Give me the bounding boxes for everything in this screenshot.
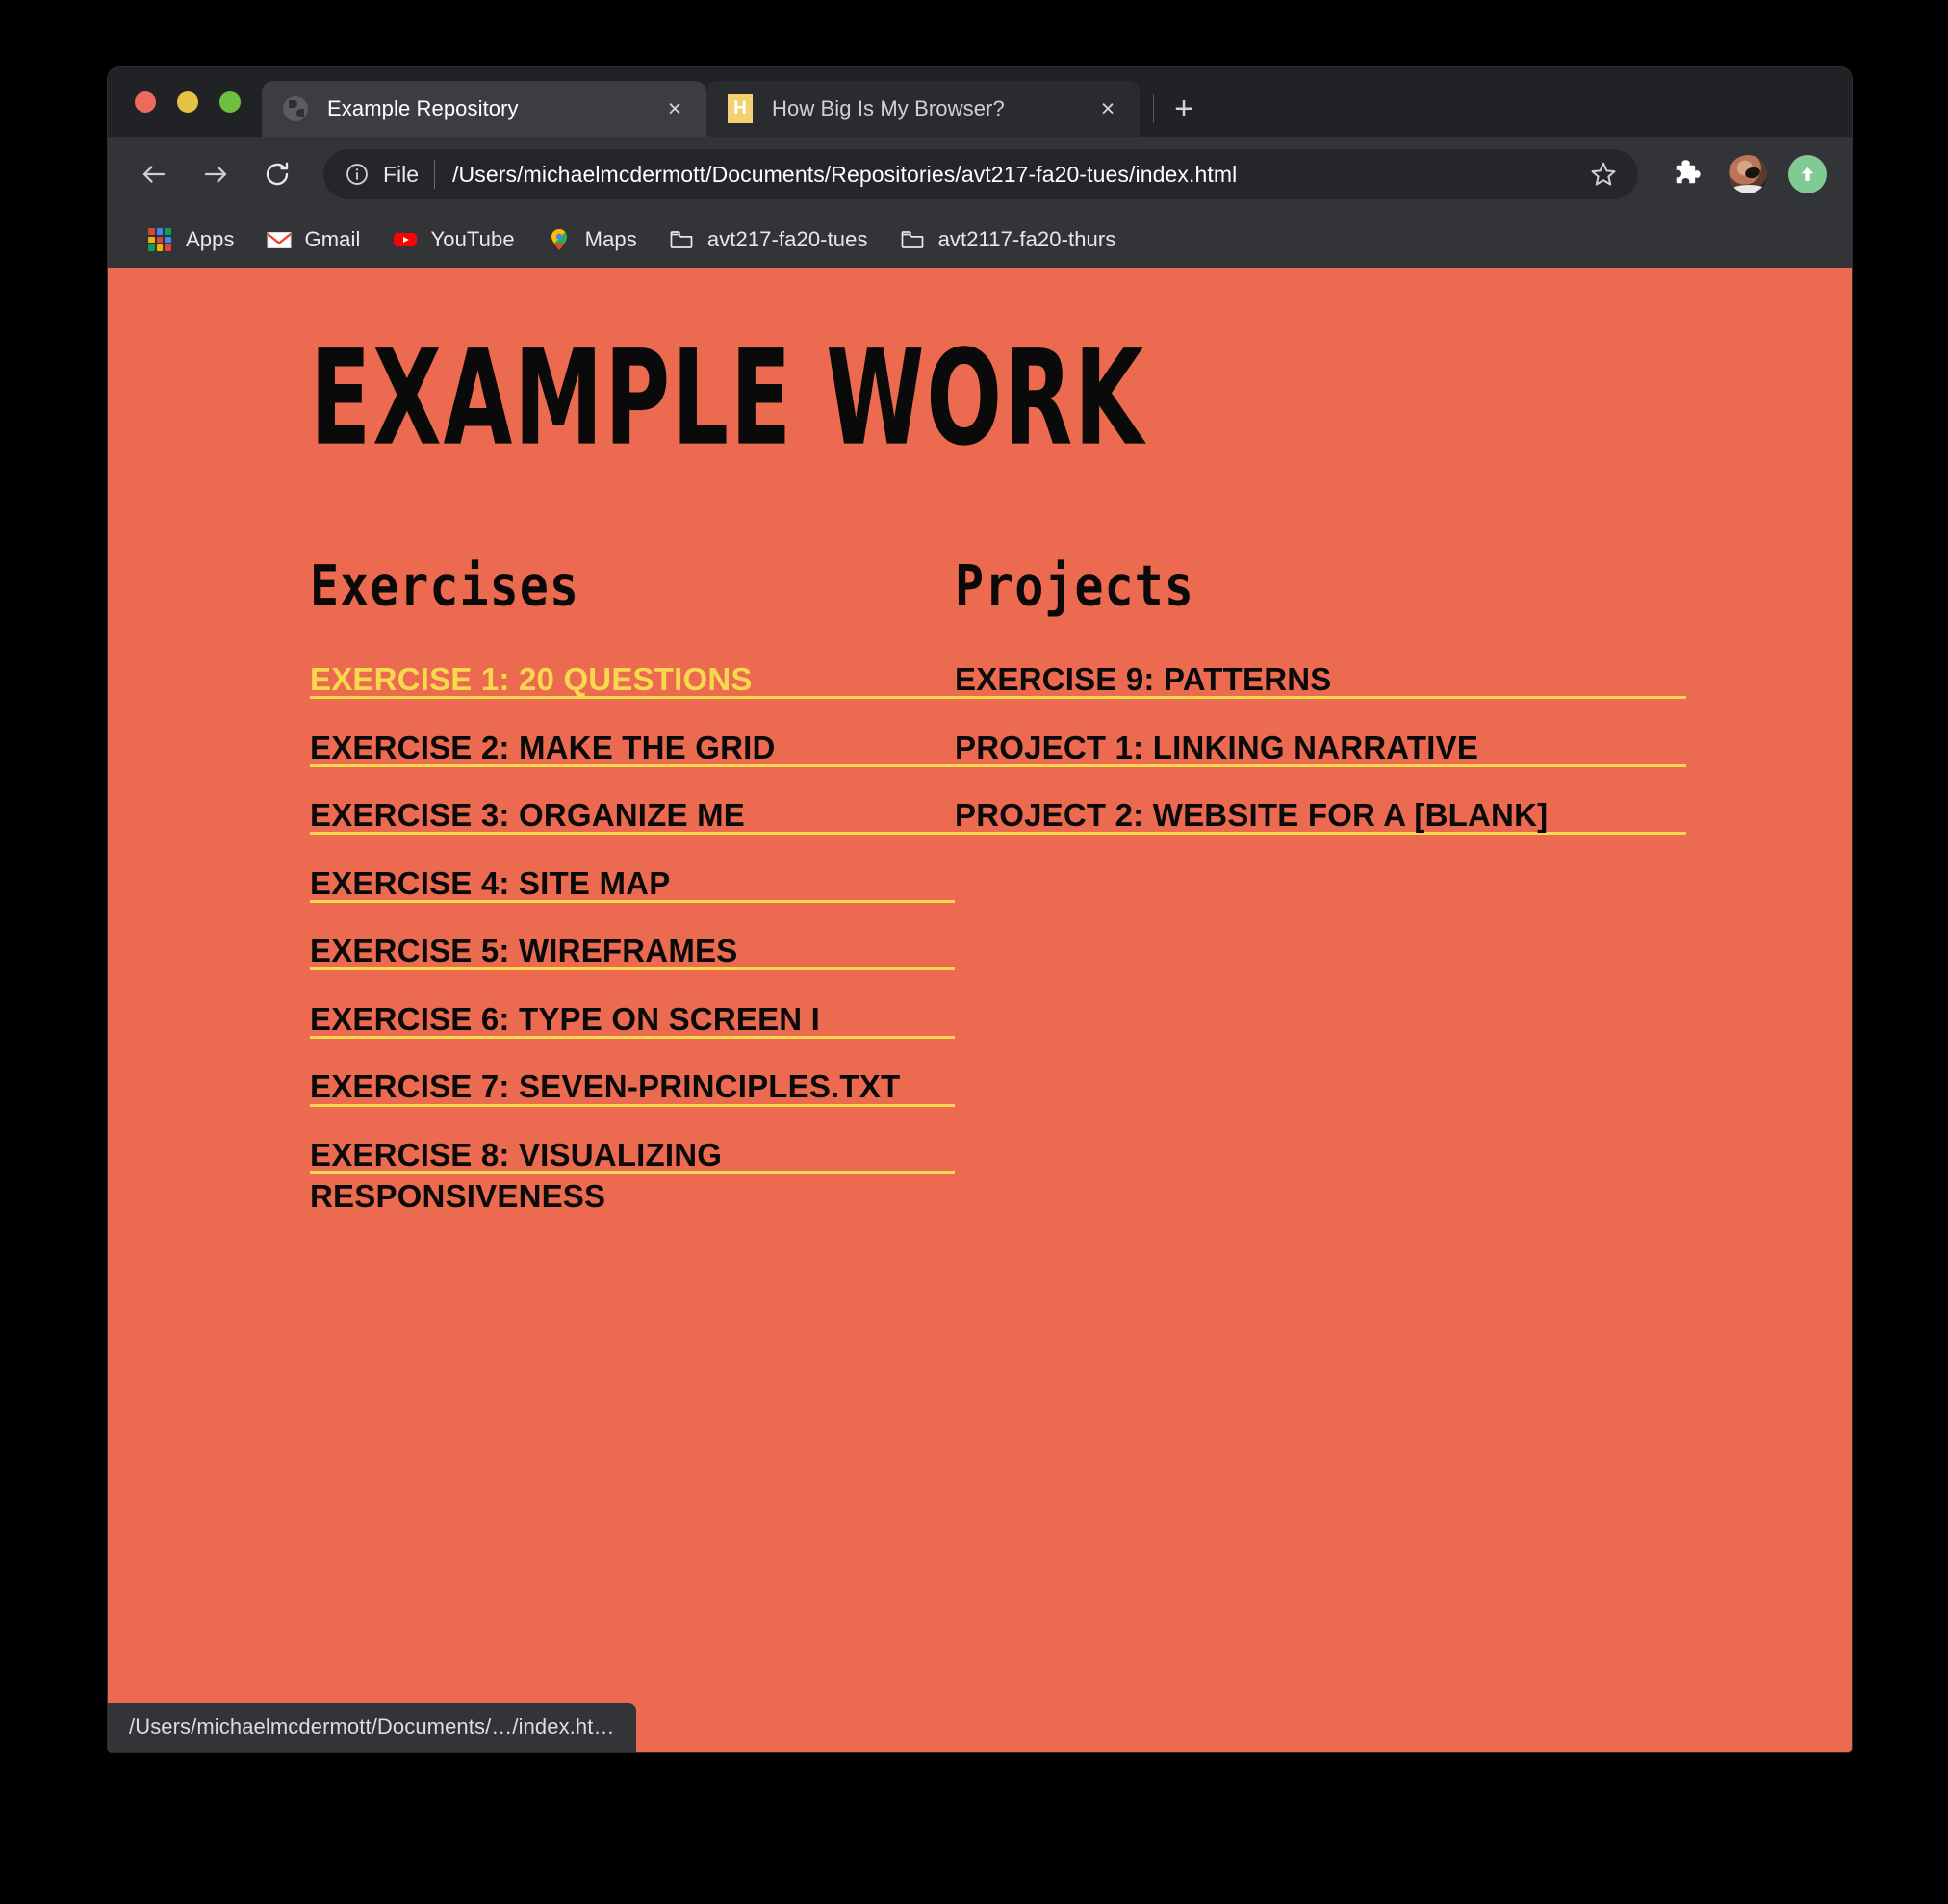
close-window-button[interactable] <box>135 91 156 113</box>
update-arrow-icon[interactable] <box>1784 151 1831 197</box>
bookmark-youtube[interactable]: YouTube <box>376 219 530 261</box>
link-exercise-2[interactable]: EXERCISE 2: MAKE THE GRID <box>310 726 955 769</box>
page-viewport: EXAMPLE WORK Exercises EXERCISE 1: 20 QU… <box>108 268 1852 1752</box>
folder-icon <box>899 226 926 253</box>
maps-pin-icon <box>546 226 573 253</box>
window-traffic-lights <box>125 67 262 137</box>
folder-icon <box>668 226 695 253</box>
link-project-2[interactable]: PROJECT 2: WEBSITE FOR A [BLANK] <box>955 794 1686 836</box>
column-projects: Projects EXERCISE 9: PATTERNS PROJECT 1:… <box>955 558 1686 1244</box>
page-title: EXAMPLE WORK <box>310 322 1145 476</box>
status-bar: /Users/michaelmcdermott/Documents/…/inde… <box>108 1703 636 1752</box>
url-scheme-label: File <box>383 161 420 187</box>
link-exercise-4[interactable]: EXERCISE 4: SITE MAP <box>310 862 955 905</box>
reload-icon[interactable] <box>252 149 302 199</box>
link-project-1[interactable]: PROJECT 1: LINKING NARRATIVE <box>955 726 1686 769</box>
link-exercise-9[interactable]: EXERCISE 9: PATTERNS <box>955 658 1686 701</box>
bookmark-label: avt217-fa20-tues <box>706 227 868 251</box>
youtube-icon <box>392 226 419 253</box>
bookmark-label: Gmail <box>304 227 361 251</box>
close-tab-button[interactable]: × <box>658 92 691 125</box>
star-icon[interactable] <box>1586 157 1621 192</box>
letter-h-icon: H <box>728 94 753 123</box>
bookmark-label: YouTube <box>430 227 515 251</box>
bookmark-apps[interactable]: Apps <box>131 219 250 261</box>
bookmark-label: Apps <box>186 227 235 251</box>
close-tab-button[interactable]: × <box>1091 92 1124 125</box>
forward-arrow-icon[interactable] <box>191 149 241 199</box>
new-tab-button[interactable]: + <box>1158 83 1210 135</box>
bookmark-avt2117-fa20-thurs[interactable]: avt2117-fa20-thurs <box>884 219 1132 261</box>
link-exercise-5[interactable]: EXERCISE 5: WIREFRAMES <box>310 930 955 972</box>
globe-icon <box>283 96 308 121</box>
omnibox-divider <box>434 160 436 189</box>
minimize-window-button[interactable] <box>177 91 198 113</box>
browser-toolbar: File /Users/michaelmcdermott/Documents/R… <box>108 137 1852 212</box>
favicon-letter: H <box>728 94 753 123</box>
tab-strip: Example Repository × H How Big Is My Bro… <box>108 67 1852 137</box>
bookmark-label: avt2117-fa20-thurs <box>937 227 1116 251</box>
avatar[interactable] <box>1725 151 1771 197</box>
projects-link-list: EXERCISE 9: PATTERNS PROJECT 1: LINKING … <box>955 658 1686 836</box>
column-heading-exercises: Exercises <box>310 553 579 619</box>
browser-window: Example Repository × H How Big Is My Bro… <box>108 67 1852 1752</box>
info-circle-icon[interactable] <box>343 160 372 189</box>
screen: Example Repository × H How Big Is My Bro… <box>0 0 1948 1904</box>
apps-grid-icon <box>146 226 173 253</box>
url-text[interactable]: /Users/michaelmcdermott/Documents/Reposi… <box>452 162 1575 188</box>
bookmark-label: Maps <box>584 227 637 251</box>
column-heading-projects: Projects <box>955 553 1194 619</box>
tab-title: Example Repository <box>327 96 519 120</box>
bookmarks-bar: Apps Gmail YouTube Maps avt217-fa20-tues… <box>108 212 1852 268</box>
bookmark-avt217-fa20-tues[interactable]: avt217-fa20-tues <box>653 219 884 261</box>
address-bar[interactable]: File /Users/michaelmcdermott/Documents/R… <box>323 149 1638 199</box>
puzzle-piece-icon[interactable] <box>1665 151 1711 197</box>
column-exercises: Exercises EXERCISE 1: 20 QUESTIONS EXERC… <box>310 558 955 1244</box>
link-exercise-7[interactable]: EXERCISE 7: SEVEN-PRINCIPLES.TXT <box>310 1066 955 1108</box>
maximize-window-button[interactable] <box>219 91 241 113</box>
tab-divider <box>1153 94 1154 123</box>
bookmark-gmail[interactable]: Gmail <box>250 219 376 261</box>
bookmark-maps[interactable]: Maps <box>530 219 653 261</box>
tab-title: How Big Is My Browser? <box>772 96 1005 120</box>
exercises-link-list: EXERCISE 1: 20 QUESTIONS EXERCISE 2: MAK… <box>310 658 955 1218</box>
link-exercise-1[interactable]: EXERCISE 1: 20 QUESTIONS <box>310 658 955 701</box>
link-exercise-3[interactable]: EXERCISE 3: ORGANIZE ME <box>310 794 955 836</box>
back-arrow-icon[interactable] <box>129 149 179 199</box>
work-columns: Exercises EXERCISE 1: 20 QUESTIONS EXERC… <box>310 558 1852 1244</box>
gmail-icon <box>266 226 293 253</box>
link-exercise-8[interactable]: EXERCISE 8: VISUALIZING RESPONSIVENESS <box>310 1133 955 1218</box>
link-exercise-6[interactable]: EXERCISE 6: TYPE ON SCREEN I <box>310 997 955 1041</box>
tab-example-repository[interactable]: Example Repository × <box>262 81 706 137</box>
tab-how-big-is-my-browser[interactable]: H How Big Is My Browser? × <box>706 81 1140 137</box>
